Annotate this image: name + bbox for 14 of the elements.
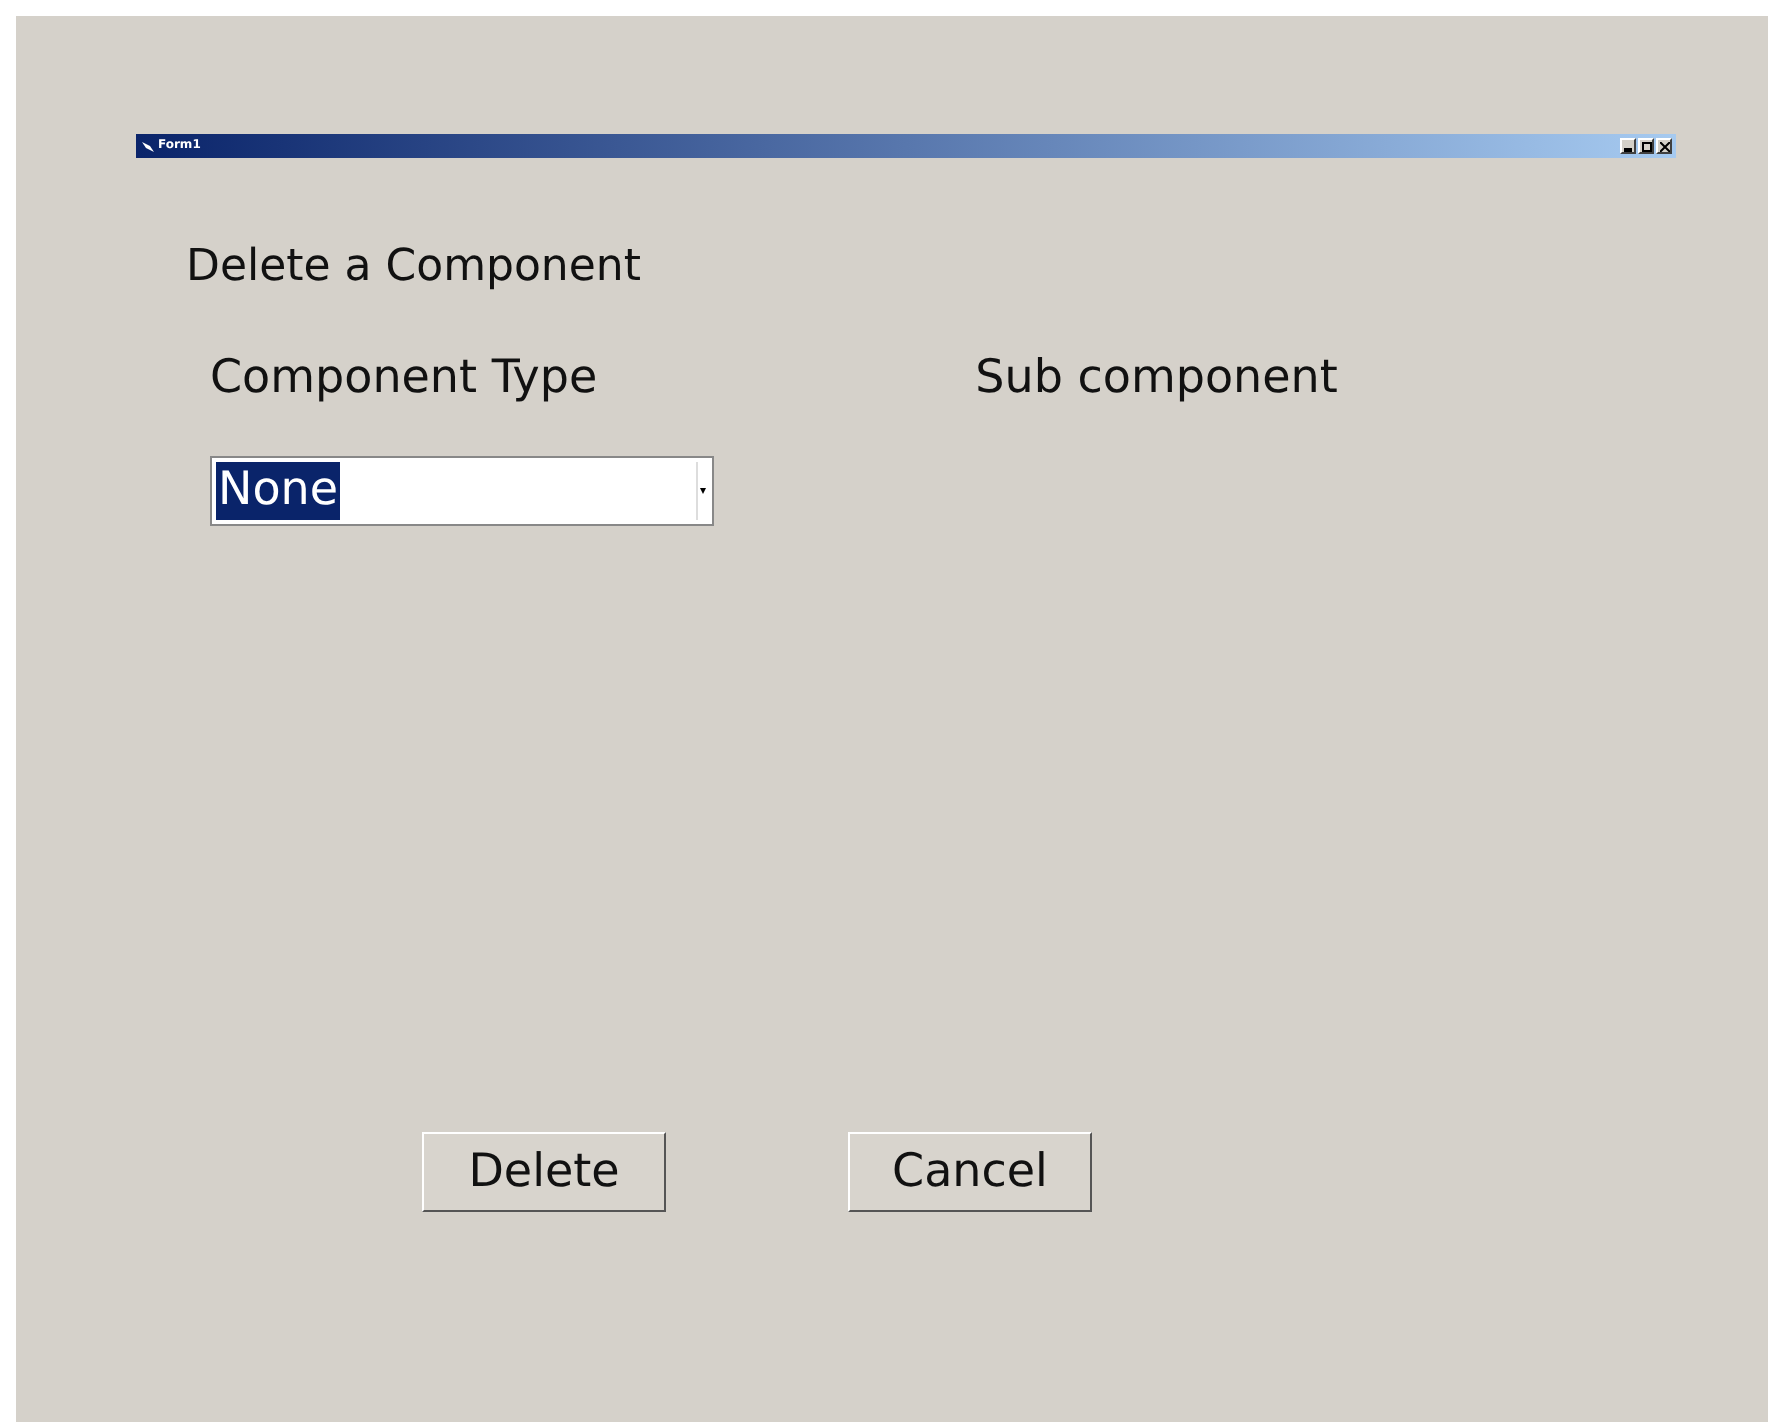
dropdown-arrow-icon[interactable] — [696, 462, 708, 520]
maximize-button[interactable] — [1638, 138, 1654, 154]
maximize-icon — [1641, 141, 1651, 151]
component-type-dropdown[interactable]: None — [210, 456, 714, 526]
form-heading: Delete a Component — [186, 242, 641, 292]
close-button[interactable] — [1656, 138, 1672, 154]
delete-button[interactable]: Delete — [422, 1132, 666, 1212]
field-label: Component Type — [210, 352, 598, 404]
app-icon — [142, 141, 154, 151]
cancel-button[interactable]: Cancel — [848, 1132, 1092, 1212]
caret-icon — [700, 488, 706, 494]
minimize-button[interactable] — [1620, 138, 1636, 154]
field-label: Sub component — [975, 352, 1338, 404]
close-icon — [1659, 141, 1669, 151]
